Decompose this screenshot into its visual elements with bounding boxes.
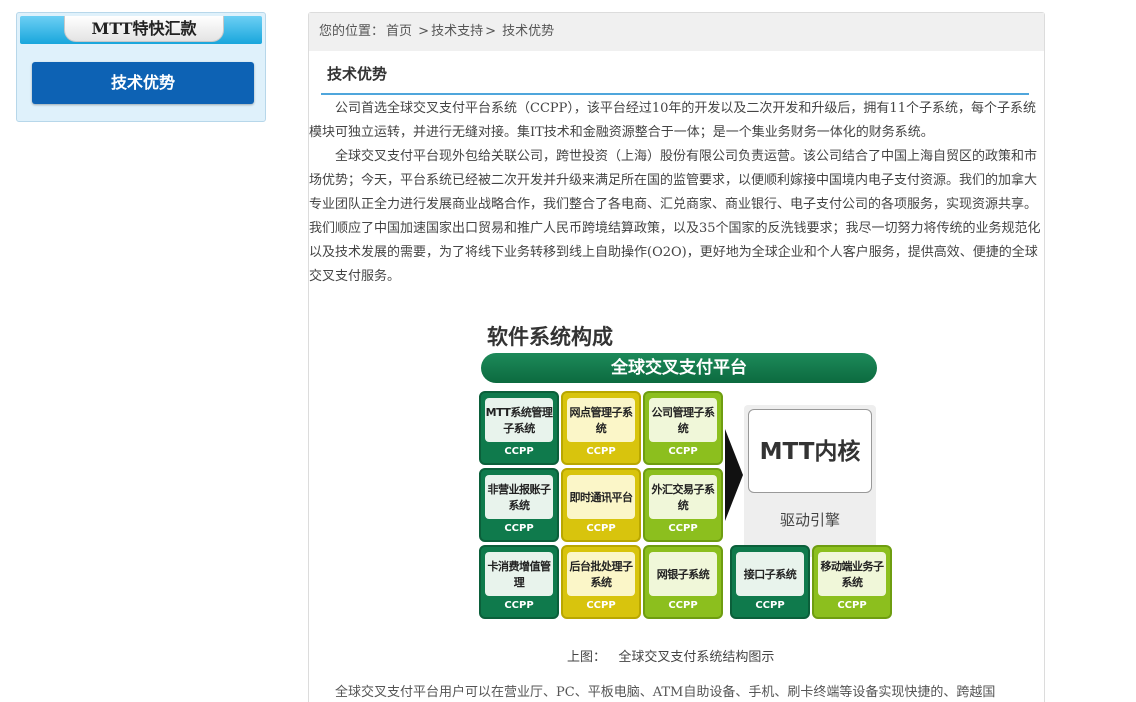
arrow-right-icon [725,429,743,521]
tile-sub: CCPP [668,446,698,457]
diagram-banner: 全球交叉支付平台 [481,353,877,383]
tile-name: 后台批处理子系统 [567,552,635,596]
breadcrumb: 您的位置： 首页 > 技术支持 > 技术优势 [309,13,1044,51]
breadcrumb-current: 技术优势 [502,24,555,39]
sidebar-header-bar: MTT特快汇款 [20,16,262,44]
sidebar-title: MTT特快汇款 [64,16,224,42]
breadcrumb-prefix: 您的位置： [319,24,385,39]
tile-name: 即时通讯平台 [567,475,635,519]
tile-sub: CCPP [586,523,616,534]
breadcrumb-separator: > [485,24,496,39]
tile-name: 网银子系统 [649,552,717,596]
title-divider [321,93,1029,95]
sidebar: MTT特快汇款 技术优势 [16,12,266,122]
diagram-tile: 移动端业务子系统 CCPP [812,545,892,619]
tile-name: 移动端业务子系统 [818,552,886,596]
article-paragraph-3: 全球交叉支付平台用户可以在营业厅、PC、平板电脑、ATM自助设备、手机、刷卡终端… [335,685,996,700]
tile-sub: CCPP [668,600,698,611]
breadcrumb-home-link[interactable]: 首页 [386,24,412,39]
caption-text: 全球交叉支付系统结构图示 [618,650,775,665]
tile-sub: CCPP [504,446,534,457]
article-paragraph-2: 全球交叉支付平台现外包给关联公司，跨世投资（上海）股份有限公司负责运营。该公司结… [309,149,1041,284]
diagram-tile: 卡消费增值管理 CCPP [479,545,559,619]
system-architecture-diagram: 软件系统构成 全球交叉支付平台 MTT系统管理子系统 CCPP 网点管理子系统 … [479,313,899,665]
sidebar-item-tech-advantage[interactable]: 技术优势 [32,62,254,104]
tile-sub: CCPP [586,446,616,457]
diagram-tile: MTT系统管理子系统 CCPP [479,391,559,465]
core-title: MTT内核 [748,409,872,493]
diagram-tile: 外汇交易子系统 CCPP [643,468,723,542]
tile-sub: CCPP [504,600,534,611]
tile-sub: CCPP [668,523,698,534]
diagram-tile: 公司管理子系统 CCPP [643,391,723,465]
diagram-tile: 非营业报账子系统 CCPP [479,468,559,542]
content-panel: 您的位置： 首页 > 技术支持 > 技术优势 技术优势 公司首选全球交叉支付平台系统（… [308,12,1045,702]
tile-name: 卡消费增值管理 [485,552,553,596]
breadcrumb-separator: > [418,24,430,39]
diagram-tile: 后台批处理子系统 CCPP [561,545,641,619]
core-engine-box: MTT内核 驱动引擎 [744,405,876,557]
diagram-tile: 即时通讯平台 CCPP [561,468,641,542]
caption-prefix: 上图： [567,650,607,665]
tile-name: 公司管理子系统 [649,398,717,442]
core-subtitle: 驱动引擎 [779,511,840,529]
tile-sub: CCPP [755,600,785,611]
breadcrumb-section-link[interactable]: 技术支持 [431,24,483,39]
page-title: 技术优势 [327,65,388,83]
tile-sub: CCPP [586,600,616,611]
tile-sub: CCPP [837,600,867,611]
diagram-tile: 网银子系统 CCPP [643,545,723,619]
diagram-caption: 上图： 全球交叉支付系统结构图示 [567,646,774,665]
tile-name: 外汇交易子系统 [649,475,717,519]
tile-name: 非营业报账子系统 [485,475,553,519]
article-paragraph-1: 公司首选全球交叉支付平台系统（CCPP），该平台经过10年的开发以及二次开发和升… [309,101,1036,140]
tile-name: 网点管理子系统 [567,398,635,442]
tile-sub: CCPP [504,523,534,534]
tile-name: MTT系统管理子系统 [485,398,553,442]
tile-name: 接口子系统 [736,552,804,596]
article-body: 公司首选全球交叉支付平台系统（CCPP），该平台经过10年的开发以及二次开发和升… [309,97,1045,289]
diagram-tile: 接口子系统 CCPP [730,545,810,619]
diagram-tile: 网点管理子系统 CCPP [561,391,641,465]
diagram-title: 软件系统构成 [487,325,613,349]
